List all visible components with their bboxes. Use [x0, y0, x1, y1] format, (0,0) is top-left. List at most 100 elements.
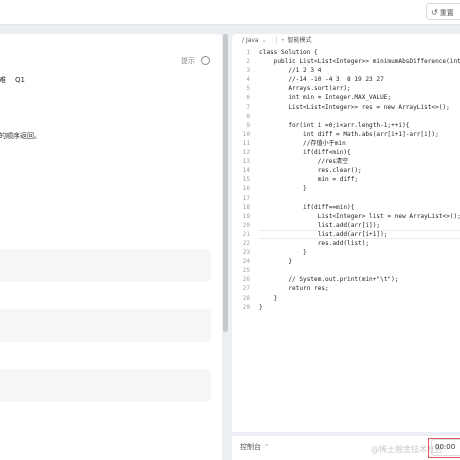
line-number: 5: [246, 85, 250, 93]
code-line[interactable]: 6 int min = Integer.MAX_VALUE;: [232, 93, 460, 102]
line-number: 22: [242, 239, 250, 247]
line-number: 10: [242, 130, 250, 138]
code-line[interactable]: 18 if(diff==min){: [232, 203, 460, 212]
example-block: [0, 249, 211, 282]
code-text: //存值小于min: [259, 139, 346, 147]
line-number: 19: [242, 212, 250, 220]
code-line[interactable]: 17: [232, 194, 460, 203]
line-number: 20: [242, 221, 250, 229]
divider: [276, 37, 277, 44]
code-line[interactable]: 7 List<List<Integer>> res = new ArrayLis…: [232, 103, 460, 112]
code-text: List<Integer> list = new ArrayList<>();: [259, 212, 460, 220]
line-number: 13: [242, 158, 250, 166]
code-line[interactable]: 24 }: [232, 257, 460, 266]
code-line[interactable]: 9 for(int i =0;i<arr.length-1;++i){: [232, 121, 460, 130]
code-area[interactable]: 1 class Solution {2 public List<List<Inte…: [232, 48, 460, 312]
code-text: }: [259, 294, 278, 302]
code-text: Arrays.sort(arr);: [259, 85, 351, 93]
code-line[interactable]: 15 min = diff;: [232, 175, 460, 184]
code-editor-panel: / Java ⌄ • 智能模式 1 class Solution {2 public …: [232, 34, 460, 432]
line-number: 14: [242, 167, 250, 175]
console-label: 控制台: [240, 443, 261, 451]
line-number: 4: [246, 76, 250, 84]
code-line[interactable]: 4 //-14 -10 -4 3 8 19 23 27: [232, 75, 460, 84]
code-line[interactable]: 5 Arrays.sort(arr);: [232, 84, 460, 93]
bottom-bar: 控制台 ^ @稀土掘金技术社区 00:00: [232, 436, 460, 460]
code-line[interactable]: 13 //res清空: [232, 157, 460, 166]
code-text: return res;: [259, 285, 329, 293]
top-toolbar: ↺ 重置: [0, 0, 460, 25]
code-line[interactable]: 23 }: [232, 248, 460, 257]
code-text: // System.out.print(min+"\t");: [259, 276, 399, 284]
code-line[interactable]: 10 int diff = Math.abs(arr[i+1]-arr[i]);: [232, 130, 460, 139]
code-text: if(diff<min){: [259, 149, 351, 157]
code-text: }: [259, 249, 307, 257]
line-number: 18: [242, 203, 250, 211]
difficulty-fragment: 难: [0, 76, 6, 84]
code-line[interactable]: 11 //存值小于min: [232, 139, 460, 148]
reset-icon: ↺: [431, 8, 438, 17]
line-number: 3: [246, 67, 250, 75]
hint-link[interactable]: 提示: [181, 56, 195, 66]
code-text: public List<List<Integer>> minimumAbsDif…: [273, 58, 460, 66]
code-line[interactable]: 27 return res;: [232, 284, 460, 293]
language-select[interactable]: / Java ⌄: [242, 34, 267, 47]
code-text: list.add(arr[i]);: [259, 221, 381, 229]
code-line[interactable]: 26 // System.out.print(min+"\t");: [232, 275, 460, 284]
code-line[interactable]: 16 }: [232, 184, 460, 193]
mode-icon: •: [281, 37, 285, 44]
line-number: 21: [242, 230, 250, 238]
code-text: class Solution {: [259, 49, 318, 56]
code-line[interactable]: 21 list.add(arr[i+1]);: [232, 229, 460, 239]
line-number: 25: [242, 267, 250, 275]
smart-mode-toggle[interactable]: • 智能模式: [281, 34, 312, 47]
code-line[interactable]: 14 res.clear();: [232, 166, 460, 175]
code-line[interactable]: 29}: [232, 303, 460, 312]
line-number: 12: [242, 149, 250, 157]
line-number: 9: [246, 121, 250, 129]
line-number: 11: [242, 139, 250, 147]
code-line[interactable]: 3 //1 2 3 4: [232, 66, 460, 75]
code-text: }: [259, 258, 293, 266]
line-number: 26: [242, 276, 250, 284]
code-line[interactable]: 8: [232, 112, 460, 121]
code-text: min = diff;: [259, 176, 359, 184]
reset-button[interactable]: ↺ 重置: [426, 3, 460, 20]
line-number: 17: [242, 194, 250, 202]
code-line[interactable]: 2 public List<List<Integer>> minimumAbsD…: [232, 57, 460, 66]
highlight-frame: [428, 438, 460, 458]
line-number: 24: [242, 258, 250, 266]
problem-scrollbar[interactable]: [223, 34, 228, 332]
code-line[interactable]: 28 }: [232, 294, 460, 303]
line-number: 6: [246, 94, 250, 102]
code-text: if(diff==min){: [259, 203, 355, 211]
problem-description-fragment: 的顺序返回。: [0, 132, 41, 140]
code-text: list.add(arr[i+1]);: [259, 230, 388, 238]
code-line[interactable]: 20 list.add(arr[i]);: [232, 221, 460, 230]
line-number: 27: [242, 285, 250, 293]
line-number: 2: [246, 58, 250, 66]
line-number: 1: [246, 49, 250, 56]
code-text: int min = Integer.MAX_VALUE;: [259, 94, 392, 102]
line-number: 28: [242, 294, 250, 302]
example-block: [0, 309, 211, 342]
code-text: //-14 -10 -4 3 8 19 23 27: [259, 76, 384, 84]
console-toggle[interactable]: 控制台 ^: [240, 442, 269, 452]
code-line[interactable]: 25: [232, 266, 460, 275]
line-number: 23: [242, 249, 250, 257]
code-line[interactable]: 12 if(diff<min){: [232, 148, 460, 157]
code-line[interactable]: 19 List<Integer> list = new ArrayList<>(…: [232, 212, 460, 221]
code-line[interactable]: 22 res.add(list);: [232, 239, 460, 248]
code-text: //res清空: [259, 158, 349, 166]
code-text: int diff = Math.abs(arr[i+1]-arr[i]);: [259, 130, 439, 138]
info-icon[interactable]: [201, 56, 210, 65]
code-text: //1 2 3 4: [259, 67, 322, 75]
code-line[interactable]: 1 class Solution {: [232, 48, 460, 57]
line-number: 29: [242, 303, 250, 311]
chevron-down-icon: ⌄: [261, 37, 267, 44]
line-number: 15: [242, 176, 250, 184]
code-text: }: [259, 185, 307, 193]
code-text: }: [259, 303, 263, 311]
line-number: 16: [242, 185, 250, 193]
reset-label: 重置: [439, 9, 454, 17]
